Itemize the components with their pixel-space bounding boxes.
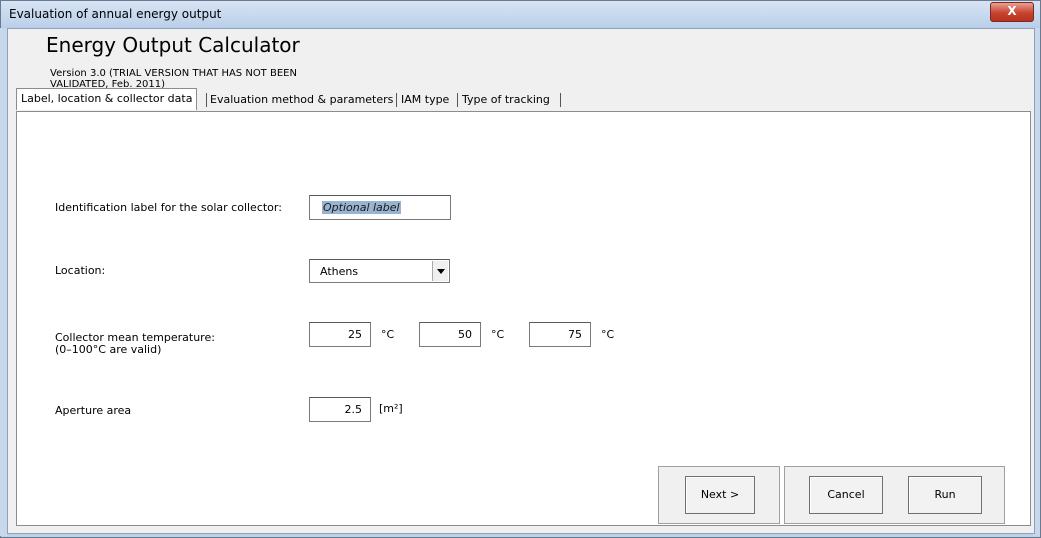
- identification-input-value: Optional label: [322, 201, 401, 214]
- tab-separator: [560, 93, 561, 107]
- action-frame: Cancel Run: [784, 466, 1005, 524]
- tab-separator: [396, 93, 397, 107]
- window-title: Evaluation of annual energy output: [9, 7, 222, 21]
- aperture-label: Aperture area: [55, 404, 132, 417]
- temperature-valid-range: (0–100°C are valid): [55, 343, 162, 356]
- close-icon: X: [1007, 4, 1017, 18]
- dropdown-button[interactable]: [432, 261, 448, 281]
- location-dropdown[interactable]: Athens: [309, 259, 450, 283]
- temperature-input-1[interactable]: 25: [309, 322, 371, 347]
- version-text: Version 3.0 (TRIAL VERSION THAT HAS NOT …: [50, 68, 297, 90]
- chevron-down-icon: [437, 269, 445, 274]
- tab-panel: [16, 111, 1031, 526]
- title-bar[interactable]: Evaluation of annual energy output X: [1, 1, 1040, 28]
- temperature-input-3[interactable]: 75: [529, 322, 591, 347]
- app-title: Energy Output Calculator: [46, 33, 300, 57]
- close-button[interactable]: X: [990, 2, 1034, 22]
- location-label: Location:: [55, 264, 106, 277]
- identification-input[interactable]: Optional label: [309, 195, 451, 220]
- temperature-unit: °C: [381, 328, 395, 341]
- identification-label: Identification label for the solar colle…: [55, 201, 282, 214]
- tab-type-of-tracking[interactable]: Type of tracking: [462, 90, 550, 110]
- cancel-button[interactable]: Cancel: [809, 476, 883, 514]
- tab-label-location-collector[interactable]: Label, location & collector data: [16, 88, 198, 110]
- aperture-input[interactable]: 2.5: [309, 397, 371, 422]
- tab-separator: [206, 93, 207, 107]
- next-button[interactable]: Next >: [685, 476, 755, 514]
- window-border-left: [0, 28, 7, 536]
- tab-evaluation-method[interactable]: Evaluation method & parameters: [210, 90, 393, 110]
- temperature-input-2[interactable]: 50: [419, 322, 481, 347]
- tab-iam-type[interactable]: IAM type: [401, 90, 449, 110]
- location-dropdown-value: Athens: [320, 265, 359, 278]
- temperature-unit: °C: [491, 328, 505, 341]
- tab-separator: [457, 93, 458, 107]
- aperture-unit: [m²]: [379, 402, 403, 415]
- temperature-unit: °C: [601, 328, 615, 341]
- navigation-frame: Next >: [658, 466, 780, 524]
- run-button[interactable]: Run: [908, 476, 982, 514]
